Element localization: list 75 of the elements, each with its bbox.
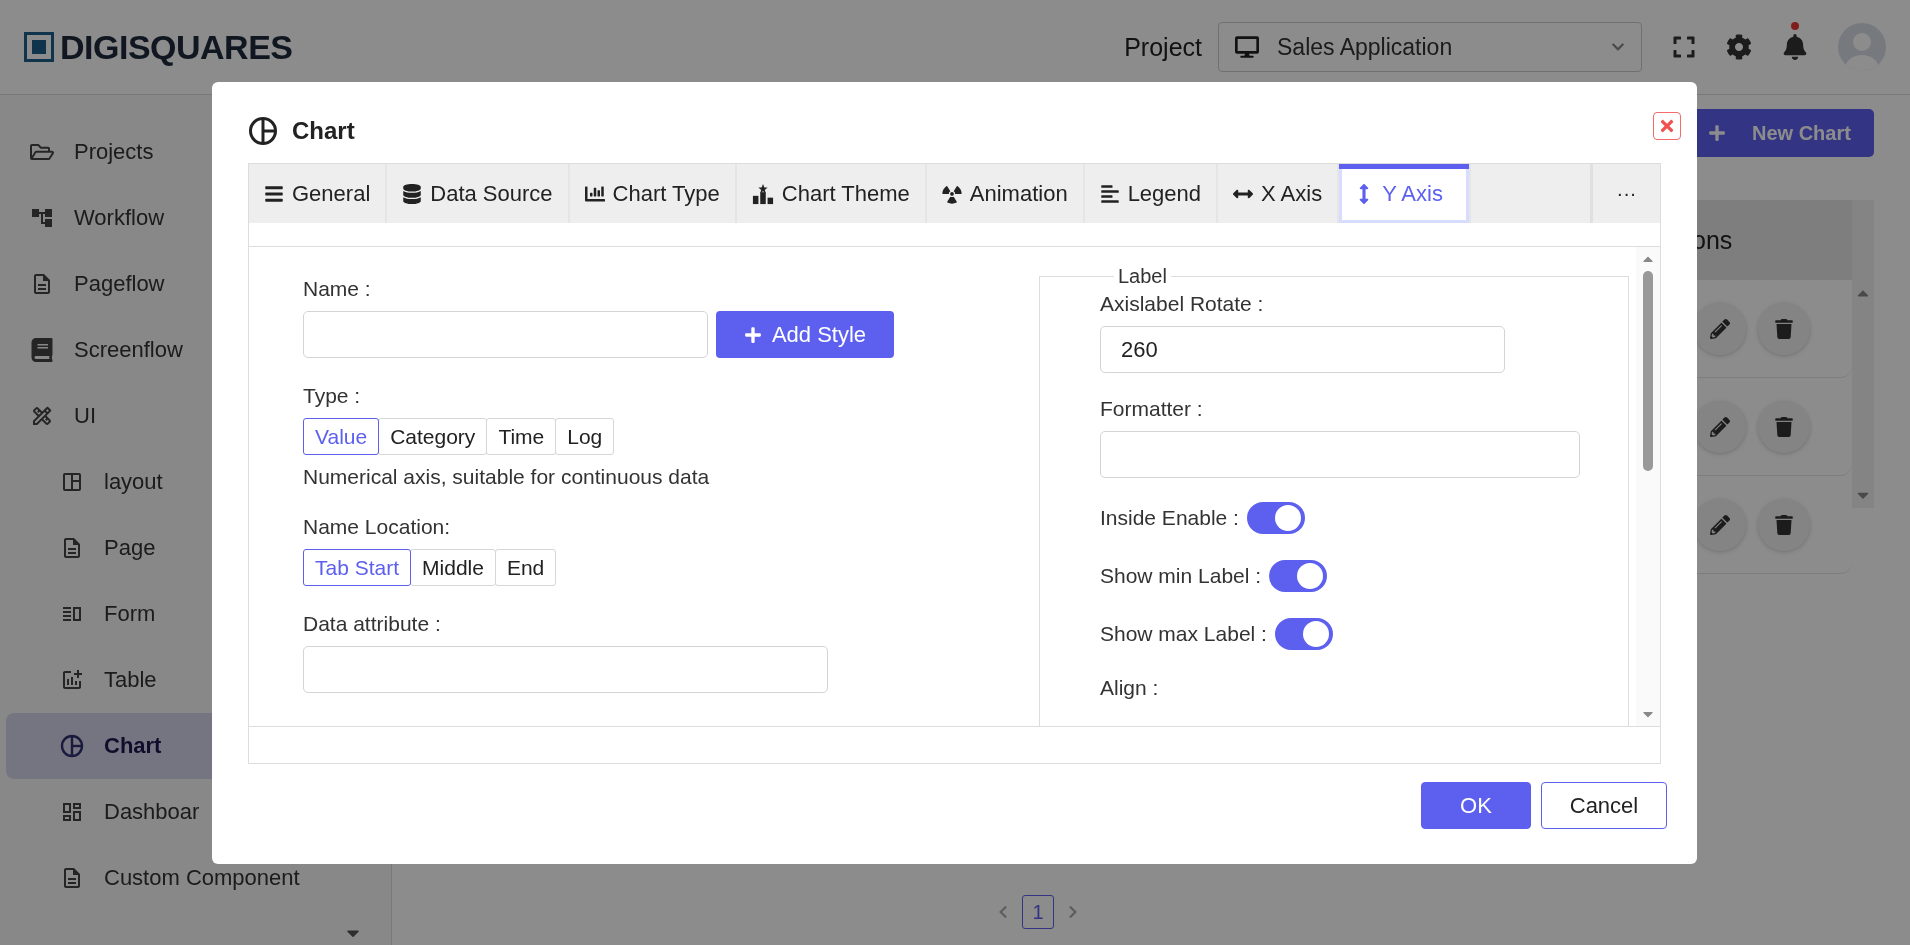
input-field[interactable] [1100, 431, 1580, 478]
chart-icon [248, 115, 278, 146]
trash-icon [1774, 318, 1794, 339]
segment-option[interactable]: Value [303, 418, 380, 455]
tab[interactable]: Y Axis [1339, 164, 1472, 223]
plus-icon [1708, 124, 1726, 142]
input-field[interactable]: 260 [1100, 326, 1505, 373]
field-label: Name Location: [303, 515, 452, 539]
pencil-icon [1710, 318, 1730, 339]
delete-button[interactable] [1758, 400, 1810, 453]
desktop-icon [1235, 35, 1259, 59]
sidebar-item[interactable]: Screenflow [6, 317, 385, 383]
project-label: Project [1124, 32, 1202, 62]
trash-icon [1774, 416, 1794, 437]
dashboard-icon [60, 800, 84, 824]
segment-option[interactable]: Category [378, 418, 488, 455]
settings-icon[interactable] [1726, 34, 1752, 60]
ok-button[interactable]: OK [1421, 782, 1531, 829]
tree-icon [30, 206, 54, 230]
close-button[interactable] [1653, 111, 1681, 140]
dialog-title: Chart [292, 116, 355, 145]
menu-icon [264, 183, 284, 204]
scrollbar-thumb[interactable] [1643, 271, 1653, 471]
segment-option[interactable]: Log [555, 418, 615, 455]
sidebar-item[interactable]: Dashboar [6, 779, 385, 845]
field-label: Align : [1100, 676, 1160, 700]
field-label: Axislabel Rotate : [1100, 292, 1265, 316]
field-label: Inside Enable : [1100, 506, 1239, 530]
fullscreen-icon[interactable] [1672, 35, 1696, 59]
add-style-button[interactable]: Add Style [716, 311, 894, 358]
toggle-switch[interactable] [1274, 618, 1333, 650]
project-select[interactable]: Sales Application [1218, 22, 1642, 72]
database-icon [402, 183, 423, 204]
podium-icon [751, 182, 774, 205]
pencil-icon [1710, 514, 1730, 535]
field-label: Show min Label : [1100, 564, 1262, 588]
input-field[interactable] [303, 311, 708, 358]
edit-button[interactable] [1694, 498, 1746, 551]
cancel-button[interactable]: Cancel [1541, 782, 1667, 829]
chart-add-icon [60, 668, 84, 692]
toggle-switch[interactable] [1246, 502, 1305, 534]
scrollbar[interactable] [1636, 247, 1660, 726]
logo-icon [24, 32, 54, 62]
delete-button[interactable] [1758, 498, 1810, 551]
hint-text: Numerical axis, suitable for continuous data [303, 465, 711, 489]
toggle-switch[interactable] [1269, 560, 1328, 592]
lines-icon [1099, 183, 1120, 204]
trash-icon [1774, 514, 1794, 535]
sidebar-item[interactable]: Custom Component [6, 845, 385, 911]
edit-button[interactable] [1694, 302, 1746, 355]
radiation-icon [941, 183, 962, 204]
logo-text: DIGISQUARES [60, 27, 293, 67]
field-label: Show max Label : [1100, 622, 1267, 646]
segment-option[interactable]: Middle [410, 549, 496, 586]
edit-button[interactable] [1694, 400, 1746, 453]
book-icon [30, 338, 54, 362]
field-label: Data attribute : [303, 612, 442, 636]
segment-option[interactable]: Time [486, 418, 557, 455]
layout-icon [60, 470, 84, 494]
delete-button[interactable] [1758, 302, 1810, 355]
page-button[interactable]: 1 [1022, 895, 1054, 929]
field-label: Type : [303, 384, 362, 408]
segment-option[interactable]: End [494, 549, 557, 586]
field-label: Name : [303, 277, 372, 301]
grid-pen-icon [30, 404, 54, 428]
plus-icon [743, 325, 762, 344]
scrollbar[interactable] [1852, 200, 1874, 508]
bell-icon[interactable] [1782, 34, 1808, 60]
group-legend: Label [1114, 265, 1171, 288]
segment-option[interactable]: Tab Start [303, 549, 412, 586]
field-label: Formatter : [1100, 397, 1204, 421]
input-field[interactable] [303, 646, 828, 693]
sidebar-item[interactable]: Table [6, 647, 385, 713]
chart-icon [60, 734, 84, 758]
pencil-icon [1710, 416, 1730, 437]
